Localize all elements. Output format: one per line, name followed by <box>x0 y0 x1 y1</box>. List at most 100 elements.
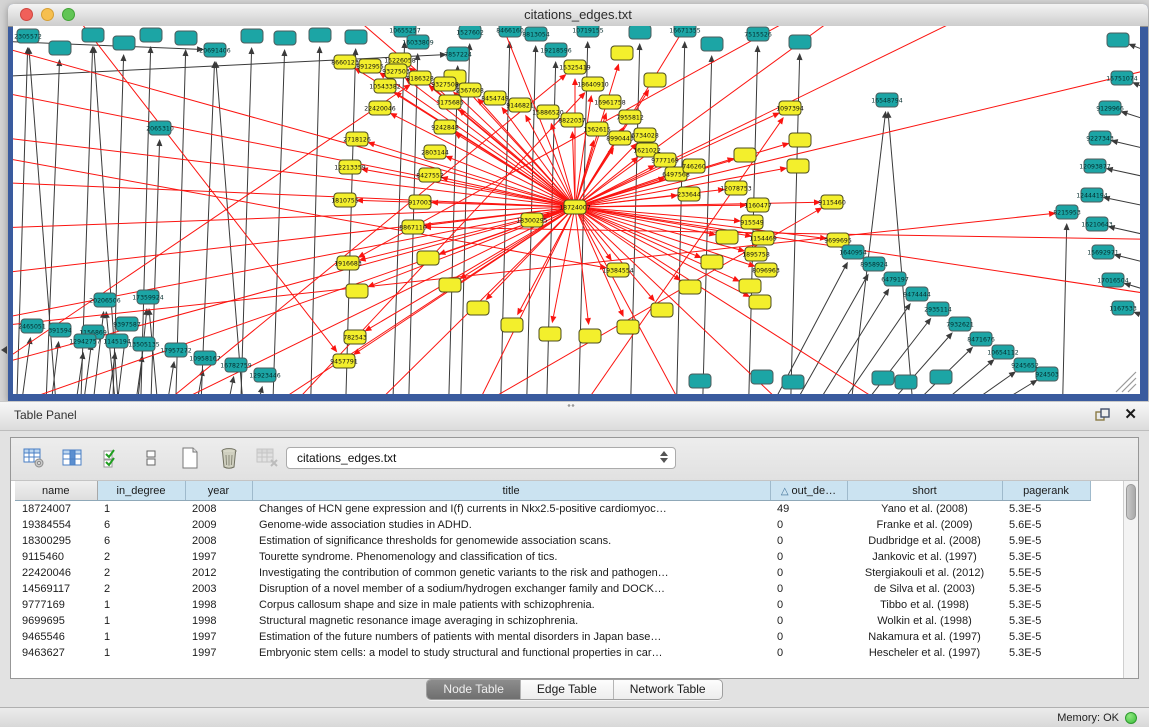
table-row[interactable]: 2242004622012Investigating the contribut… <box>15 565 1090 581</box>
graph-node[interactable] <box>629 26 651 39</box>
graph-node[interactable]: 16782759 <box>220 358 252 372</box>
cell-title[interactable]: Estimation of the future numbers of pati… <box>252 629 770 645</box>
graph-node[interactable]: 17359924 <box>132 290 164 304</box>
graph-node[interactable]: 12923446 <box>249 368 281 382</box>
graph-node[interactable]: 19218596 <box>540 43 572 57</box>
graph-node[interactable] <box>579 329 601 343</box>
cell-short[interactable]: Tibbo et al. (1998) <box>847 597 1002 613</box>
graph-node[interactable]: 8096963 <box>752 263 780 277</box>
graph-node[interactable]: 20206506 <box>89 293 121 307</box>
graph-edge[interactable] <box>1103 196 1140 209</box>
network-window-titlebar[interactable]: citations_edges.txt <box>8 4 1148 27</box>
graph-node[interactable]: 8215953 <box>1053 205 1081 219</box>
graph-edge[interactable] <box>1120 111 1140 124</box>
column-header-title[interactable]: title <box>252 481 770 501</box>
cell-title[interactable]: Structural magnetic resonance image aver… <box>252 613 770 629</box>
graph-edge[interactable] <box>575 26 1050 207</box>
cell-name[interactable]: 9777169 <box>15 597 97 613</box>
column-header-name[interactable]: name <box>15 481 97 501</box>
graph-edge[interactable] <box>310 46 323 394</box>
graph-node[interactable]: 2305572 <box>14 29 42 43</box>
cell-out_degree[interactable]: 0 <box>770 613 847 629</box>
column-header-short[interactable]: short <box>847 481 1002 501</box>
graph-node[interactable] <box>241 29 263 43</box>
graph-node[interactable] <box>309 28 331 42</box>
cell-short[interactable]: Yano et al. (2008) <box>847 501 1002 518</box>
table-row[interactable]: 911546021997Tourette syndrome. Phenomeno… <box>15 549 1090 565</box>
panel-collapse-arrow-icon[interactable] <box>1 346 7 354</box>
graph-node[interactable]: 9146821 <box>506 98 534 112</box>
table-vertical-scrollbar[interactable] <box>1123 481 1138 678</box>
cell-short[interactable]: Nakamura et al. (1997) <box>847 629 1002 645</box>
cell-name[interactable]: 14569117 <box>15 581 97 597</box>
table-select-combobox[interactable]: citations_edges.txt <box>286 447 676 469</box>
graph-edge[interactable] <box>13 207 575 330</box>
graph-node[interactable]: 22420046 <box>364 101 396 115</box>
graph-edge[interactable] <box>1128 44 1140 56</box>
graph-node[interactable] <box>274 31 296 45</box>
graph-node[interactable]: 10719155 <box>572 26 604 37</box>
graph-node[interactable]: 746260 <box>682 159 706 173</box>
graph-node[interactable] <box>82 28 104 42</box>
graph-node[interactable]: 1167533 <box>1109 301 1137 315</box>
graph-node[interactable]: 1810755 <box>331 193 359 207</box>
float-panel-icon[interactable] <box>1095 408 1110 422</box>
table-row[interactable]: 1938455462009Genome-wide association stu… <box>15 517 1090 533</box>
graph-node[interactable]: 7515526 <box>744 27 772 41</box>
graph-node[interactable]: 12942757 <box>69 334 101 348</box>
cell-in_degree[interactable]: 1 <box>97 597 185 613</box>
cell-name[interactable]: 18300295 <box>15 533 97 549</box>
graph-edge[interactable] <box>1132 82 1140 94</box>
cell-out_degree[interactable]: 0 <box>770 549 847 565</box>
cell-short[interactable]: Franke et al. (2009) <box>847 517 1002 533</box>
graph-node[interactable] <box>930 370 952 384</box>
table-row[interactable]: 1872400712008Changes of HCN gene express… <box>15 501 1090 518</box>
graph-edge[interactable] <box>240 47 254 394</box>
graph-node[interactable] <box>539 327 561 341</box>
graph-edge[interactable] <box>1133 312 1140 322</box>
cell-pagerank[interactable]: 5.6E-5 <box>1002 517 1090 533</box>
cell-pagerank[interactable]: 5.3E-5 <box>1002 501 1090 518</box>
graph-node[interactable]: 7932621 <box>946 317 974 331</box>
graph-node[interactable]: 917003 <box>408 195 432 209</box>
cell-short[interactable]: Jankovic et al. (1997) <box>847 549 1002 565</box>
graph-node[interactable]: 16210643 <box>1081 217 1113 231</box>
table-row[interactable]: 946554611997Estimation of the future num… <box>15 629 1090 645</box>
graph-node[interactable]: 12078753 <box>720 181 752 195</box>
graph-edge[interactable] <box>163 361 176 394</box>
table-row[interactable]: 1830029562008Estimation of significance … <box>15 533 1090 549</box>
graph-node[interactable]: 16548794 <box>871 93 903 107</box>
graph-node[interactable]: 1097394 <box>776 101 804 115</box>
cell-in_degree[interactable]: 2 <box>97 549 185 565</box>
cell-name[interactable]: 22420046 <box>15 565 97 581</box>
cell-year[interactable]: 2003 <box>185 581 252 597</box>
network-canvas[interactable]: 1872400718300295193845548660123891295515… <box>13 26 1140 394</box>
graph-edge[interactable] <box>575 207 740 281</box>
graph-node[interactable]: 782543 <box>343 330 367 344</box>
graph-node[interactable] <box>734 148 756 162</box>
column-header-pagerank[interactable]: pagerank <box>1002 481 1090 501</box>
graph-node[interactable]: 6734028 <box>631 128 659 142</box>
table-row[interactable]: 977716911998Corpus callosum shape and si… <box>15 597 1090 613</box>
graph-node[interactable] <box>701 37 723 51</box>
graph-node[interactable]: 15325419 <box>559 60 591 74</box>
graph-node[interactable] <box>651 303 673 317</box>
cell-title[interactable]: Investigating the contribution of common… <box>252 565 770 581</box>
column-header-out_degree[interactable]: △out_de… <box>770 481 847 501</box>
cell-year[interactable]: 2008 <box>185 501 252 518</box>
graph-node[interactable]: 10958167 <box>189 351 221 365</box>
graph-node[interactable] <box>689 374 711 388</box>
graph-node[interactable] <box>739 279 761 293</box>
cell-title[interactable]: Corpus callosum shape and size in male p… <box>252 597 770 613</box>
cell-pagerank[interactable]: 5.3E-5 <box>1002 629 1090 645</box>
column-header-in_degree[interactable]: in_degree <box>97 481 185 501</box>
unselect-rows-icon[interactable] <box>138 444 164 472</box>
graph-node[interactable]: 9327508 <box>431 77 459 91</box>
graph-node[interactable]: 9245652 <box>1011 358 1039 372</box>
graph-node[interactable]: 1145194 <box>103 334 131 348</box>
graph-edge[interactable] <box>1062 223 1070 394</box>
table-row[interactable]: 946362711997Embryonic stem cells: a mode… <box>15 645 1090 661</box>
graph-node[interactable] <box>787 159 809 173</box>
cell-year[interactable]: 1997 <box>185 645 252 661</box>
create-column-icon[interactable] <box>177 444 203 472</box>
